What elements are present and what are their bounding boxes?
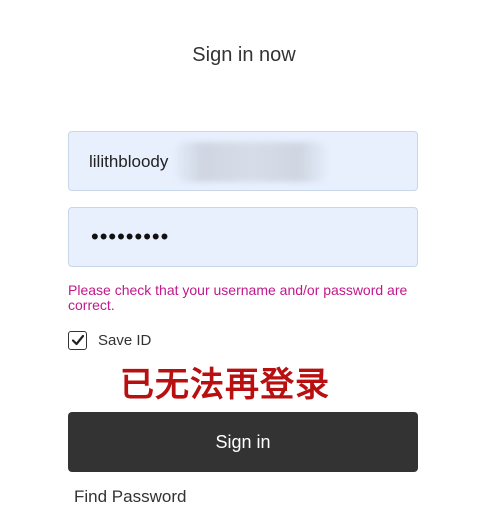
save-id-checkbox[interactable] xyxy=(68,330,87,350)
redacted-username-blur xyxy=(175,142,327,182)
username-value: lilithbloody xyxy=(89,152,169,171)
save-id-row[interactable]: Save ID xyxy=(68,329,151,351)
password-masked-value: ••••••••• xyxy=(91,224,170,249)
login-error-message: Please check that your username and/or p… xyxy=(68,282,408,313)
sign-in-button[interactable]: Sign in xyxy=(68,412,418,472)
find-password-link[interactable]: Find Password xyxy=(74,487,186,507)
username-field[interactable]: lilithbloody xyxy=(68,131,418,191)
password-field[interactable]: ••••••••• xyxy=(68,207,418,267)
sign-in-button-label: Sign in xyxy=(215,431,271,452)
login-page: Sign in now lilithbloody ••••••••• Pleas… xyxy=(0,0,500,517)
page-title: Sign in now xyxy=(192,44,296,66)
save-id-label: Save ID xyxy=(98,331,152,349)
overlay-caption: 已无法再登录 xyxy=(120,365,330,405)
checkmark-icon xyxy=(71,334,84,346)
